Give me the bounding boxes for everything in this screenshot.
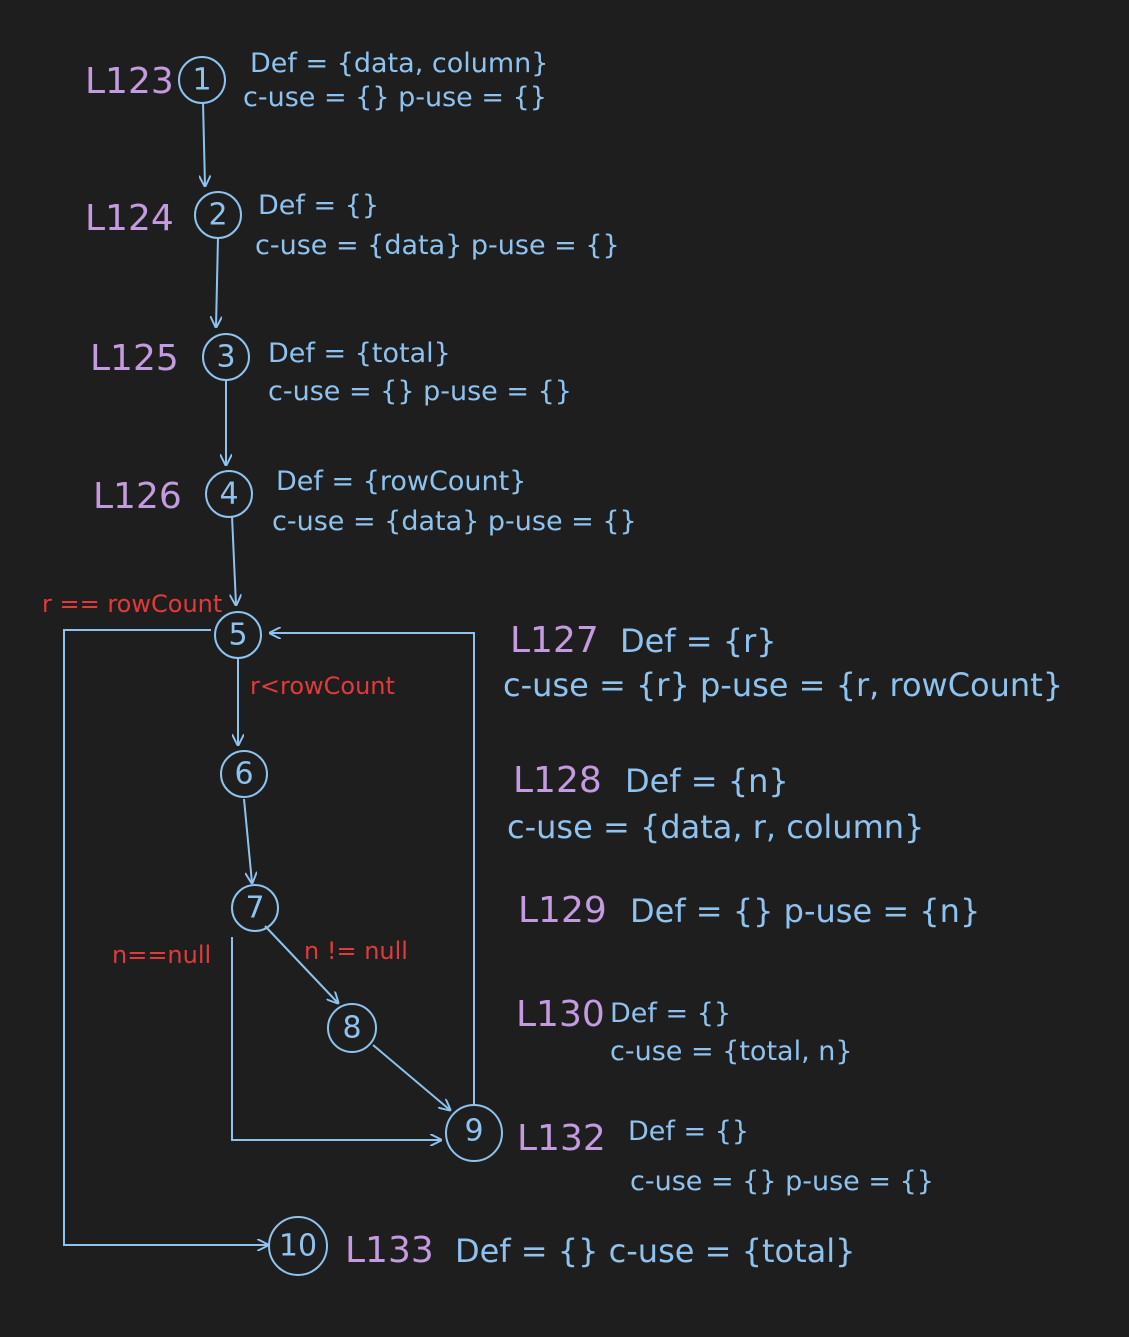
control-flow-graph: 1 2 3 4 5 6 7 8 9 10 L123 L124 L125 L126… [42,48,1063,1276]
note-l128-uses: c-use = {data, r, column} [507,808,924,846]
node-9-uses: c-use = {} p-use = {} [630,1166,934,1197]
edge-1-2 [203,101,205,186]
node-9-def: Def = {} [628,1116,749,1147]
note-l129-def: Def = {} p-use = {n} [630,892,980,930]
edge-6-7 [243,798,252,883]
node-8-number: 8 [342,1011,361,1046]
node-2-number: 2 [208,198,227,233]
edge-4-5 [232,515,236,605]
edge-8-9 [372,1044,450,1110]
note-l127-def: Def = {r} [620,622,777,660]
node-3-number: 3 [216,340,235,375]
cond-n-null: n==null [112,941,211,969]
edge-9-5-loop [270,633,475,1105]
note-l130-def: Def = {} [610,998,731,1029]
node-2-def: Def = {} [258,190,379,221]
edge-7-9 [231,937,441,1140]
node-7-number: 7 [245,891,264,926]
node-4-number: 4 [219,477,238,512]
node-1-line-label: L123 [85,61,174,102]
node-9-line-label: L132 [517,1118,606,1159]
node-9-number: 9 [464,1114,483,1149]
cond-exit-loop: r == rowCount [42,590,222,618]
node-10-number: 10 [279,1229,317,1264]
node-2-line-label: L124 [85,198,174,239]
note-l130-uses: c-use = {total, n} [610,1036,853,1067]
note-l127-uses: c-use = {r} p-use = {r, rowCount} [503,666,1063,704]
note-l128-def: Def = {n} [625,762,789,800]
note-l127-line: L127 [510,620,599,661]
note-l128-line: L128 [513,760,602,801]
node-4-uses: c-use = {data} p-use = {} [272,506,637,537]
node-1-number: 1 [192,63,211,98]
node-5-number: 5 [228,618,247,653]
node-4-def: Def = {rowCount} [276,466,526,497]
cond-enter-loop: r<rowCount [250,672,395,700]
node-1-def: Def = {data, column} [250,48,548,79]
node-3-uses: c-use = {} p-use = {} [268,376,572,407]
node-2-uses: c-use = {data} p-use = {} [255,230,620,261]
side-notes: L127 Def = {r} c-use = {r} p-use = {r, r… [503,620,1063,1067]
node-10-line-label: L133 [345,1230,434,1271]
note-l130-line: L130 [516,994,605,1035]
node-3-line-label: L125 [90,338,179,379]
node-10-def: Def = {} c-use = {total} [455,1232,855,1270]
node-3-def: Def = {total} [268,338,451,369]
note-l129-line: L129 [518,890,607,931]
node-4-line-label: L126 [93,476,182,517]
cond-n-not-null: n != null [304,937,408,965]
node-6-number: 6 [234,757,253,792]
conditions: r == rowCount r<rowCount n==null n != nu… [42,590,408,969]
edge-2-3 [216,236,218,327]
node-1-uses: c-use = {} p-use = {} [243,82,547,113]
